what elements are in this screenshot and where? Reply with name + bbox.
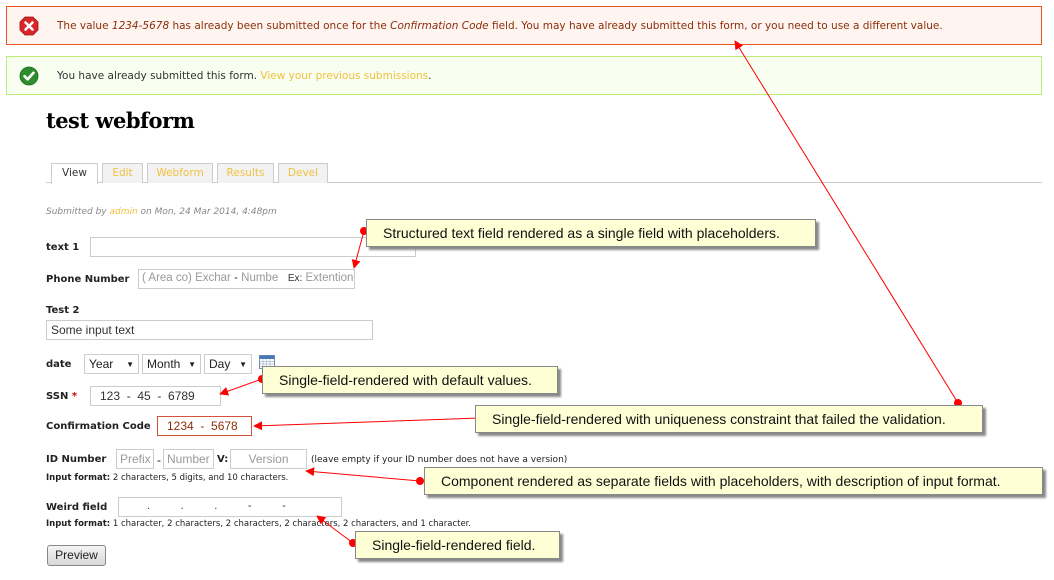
tab-results[interactable]: Results — [217, 163, 274, 183]
chevron-down-icon: ▼ — [188, 359, 196, 369]
error-message: The value 1234-5678 has already been sub… — [6, 6, 1042, 45]
annotation-single-field: Single-field-rendered field. — [355, 531, 560, 559]
tab-edit[interactable]: Edit — [102, 163, 143, 183]
phone-label: Phone Number — [46, 274, 130, 285]
tab-webform[interactable]: Webform — [147, 163, 213, 183]
weird-field-format: Input format: 1 character, 2 characters,… — [46, 519, 472, 529]
page-title: test webform — [46, 108, 195, 133]
weird-field-input[interactable]: . . . - - — [118, 497, 342, 517]
chevron-down-icon: ▼ — [126, 359, 134, 369]
id-prefix-input[interactable]: Prefix — [116, 449, 154, 469]
error-text: The value 1234-5678 has already been sub… — [57, 19, 943, 32]
author-link[interactable]: admin — [109, 207, 137, 217]
status-text: You have already submitted this form. Vi… — [57, 69, 432, 82]
status-message: You have already submitted this form. Vi… — [6, 56, 1042, 95]
date-label: date — [46, 359, 72, 370]
tab-view[interactable]: View — [51, 163, 98, 184]
ssn-label: SSN * — [46, 391, 78, 402]
arrow-confirmation — [253, 417, 481, 431]
year-select[interactable]: Year ▼ — [84, 354, 139, 374]
confirmation-code-label: Confirmation Code — [46, 421, 151, 432]
dot-id-number — [416, 477, 424, 485]
annotation-uniqueness: Single-field-rendered with uniqueness co… — [475, 405, 983, 433]
error-icon — [19, 16, 39, 35]
annotation-separate-fields: Component rendered as separate fields wi… — [424, 467, 1043, 495]
tab-devel[interactable]: Devel — [278, 163, 328, 183]
confirmation-code-input[interactable]: 1234 - 5678 — [157, 416, 252, 436]
test2-input[interactable]: Some input text — [46, 320, 373, 340]
arrow-id-number — [305, 467, 421, 482]
phone-input[interactable]: ( Area co) Exchar - Numbe Ex: Extention — [138, 269, 355, 289]
check-icon — [19, 66, 39, 85]
required-marker: * — [71, 391, 78, 402]
ssn-input[interactable]: 123 - 45 - 6789 — [90, 386, 221, 406]
annotation-structured-text: Structured text field rendered as a sing… — [366, 219, 816, 247]
version-label: V: — [217, 454, 229, 465]
id-version-input[interactable]: Version — [230, 449, 307, 469]
day-select[interactable]: Day ▼ — [204, 354, 252, 374]
annotation-default-values: Single-field-rendered with default value… — [262, 366, 558, 394]
text1-label: text 1 — [46, 242, 80, 253]
id-number-format: Input format: 2 characters, 5 digits, an… — [46, 473, 289, 483]
test2-label: Test 2 — [46, 305, 80, 316]
chevron-down-icon: ▼ — [239, 359, 247, 369]
id-version-note: (leave empty if your ID number does not … — [311, 455, 568, 465]
previous-submissions-link[interactable]: View your previous submissions — [260, 70, 428, 82]
id-separator: - — [157, 453, 161, 467]
preview-button[interactable]: Preview — [47, 545, 106, 566]
submitted-info: Submitted by admin on Mon, 24 Mar 2014, … — [46, 207, 277, 217]
weird-field-label: Weird field — [46, 502, 108, 513]
arrow-ssn — [219, 378, 263, 396]
month-select[interactable]: Month ▼ — [142, 354, 201, 374]
id-number-input[interactable]: Number — [163, 449, 214, 469]
id-number-label: ID Number — [46, 454, 107, 465]
